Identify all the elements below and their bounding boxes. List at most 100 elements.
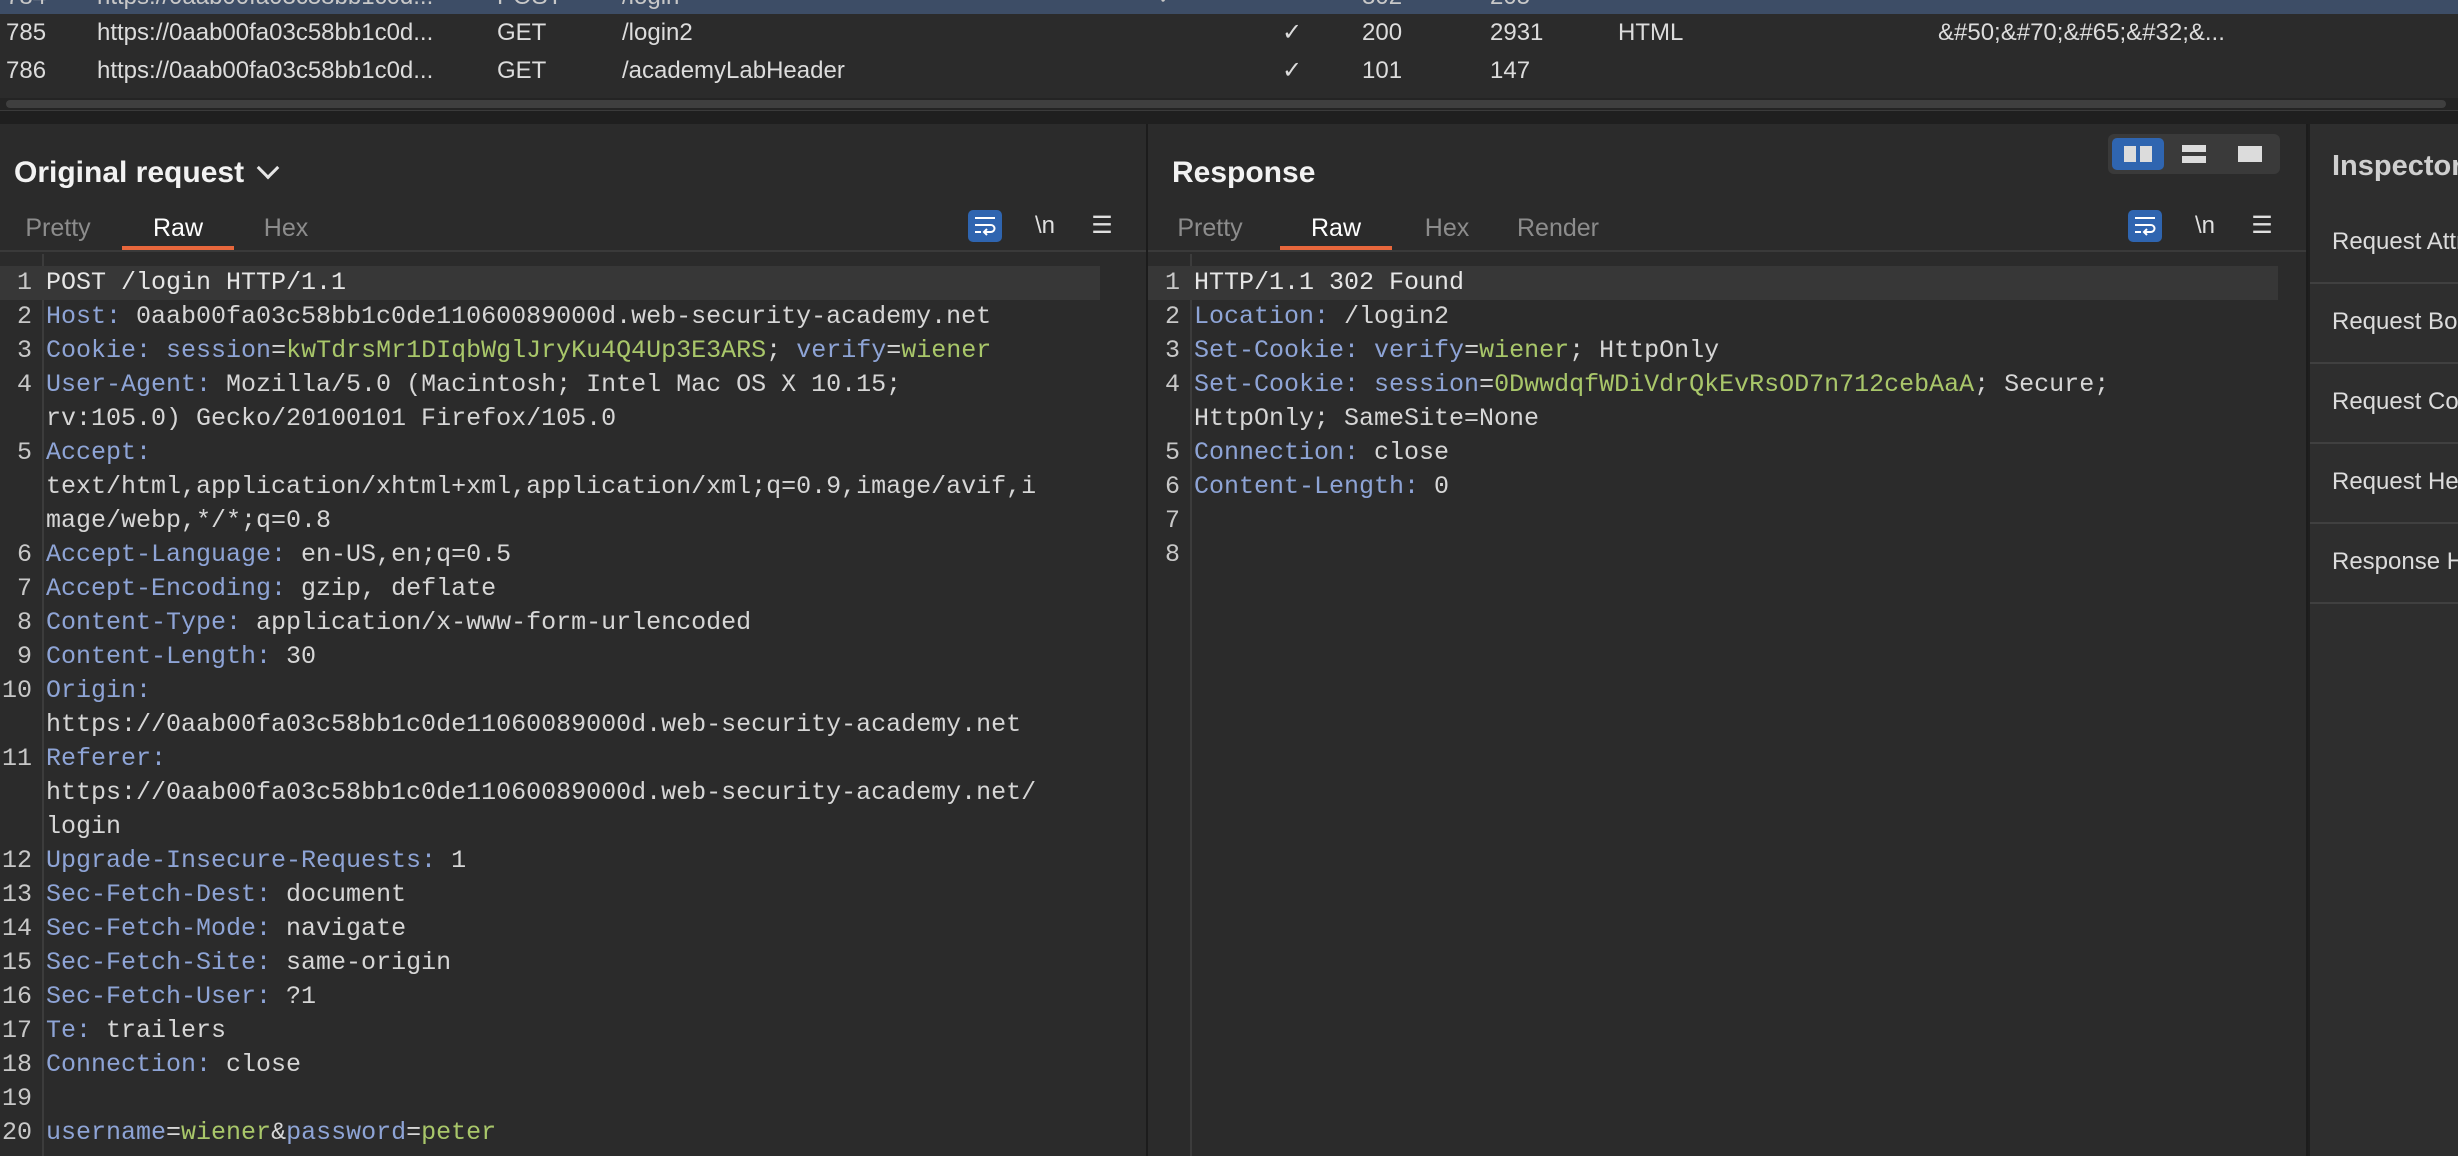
table-row[interactable]: 786 https://0aab00fa03c58bb1c0d... GET /… — [0, 54, 2458, 88]
code-text: https://0aab00fa03c58bb1c0de11060089000d… — [46, 776, 1036, 810]
token-v: application/x-www-form-urlencoded — [241, 608, 752, 637]
code-text: Accept: — [46, 436, 151, 470]
code-line[interactable]: 6 Content-Length: 0 — [1148, 470, 2278, 504]
line-number: 5 — [16, 438, 32, 467]
code-line[interactable]: https://0aab00fa03c58bb1c0de11060089000d… — [0, 776, 1100, 810]
code-line[interactable]: login — [0, 810, 1100, 844]
word-wrap-button[interactable] — [968, 210, 1002, 242]
code-line[interactable]: 7 — [1148, 504, 2278, 538]
hamburger-menu-icon[interactable]: ☰ — [2245, 210, 2279, 242]
code-text: Location: /login2 — [1194, 300, 1449, 334]
code-line[interactable]: 12 Upgrade-Insecure-Requests: 1 — [0, 844, 1100, 878]
code-line[interactable]: 1 HTTP/1.1 302 Found — [1148, 266, 2278, 300]
scrollbar-thumb[interactable] — [6, 100, 2446, 108]
token-v: text/html,application/xhtml+xml,applicat… — [46, 472, 1037, 501]
hamburger-menu-icon[interactable]: ☰ — [1085, 210, 1119, 242]
code-line[interactable]: 9 Content-Length: 30 — [0, 640, 1100, 674]
code-line[interactable]: 8 Content-Type: application/x-www-form-ur… — [0, 606, 1100, 640]
token-k2: session — [1374, 370, 1480, 399]
tab-hex[interactable]: Hex — [254, 210, 318, 250]
code-line[interactable]: 4 Set-Cookie: session=0DwwdqfWDiVdrQkEvRs… — [1148, 368, 2278, 402]
line-number: 16 — [1, 982, 32, 1011]
tab-raw[interactable]: Raw — [1280, 210, 1392, 250]
token-v: https://0aab00fa03c58bb1c0de11060089000d… — [46, 778, 1037, 807]
token-g2: wiener — [901, 336, 992, 365]
code-line[interactable]: mage/webp,*/*;q=0.8 — [0, 504, 1100, 538]
code-line[interactable]: HttpOnly; SameSite=None — [1148, 402, 2278, 436]
row-title: &#50;&#70;&#65;&#32;&... — [1938, 19, 2225, 46]
code-line[interactable]: 5 Accept: — [0, 436, 1100, 470]
code-line[interactable]: 3 Cookie: session=kwTdrsMr1DIqbWglJryKu4Q… — [0, 334, 1100, 368]
code-line[interactable]: 2 Location: /login2 — [1148, 300, 2278, 334]
inspector-request-cookies[interactable]: Request Cookies — [2310, 364, 2458, 444]
row-host: https://0aab00fa03c58bb1c0d... — [97, 0, 433, 14]
tab-pretty[interactable]: Pretty — [1172, 210, 1248, 250]
code-line[interactable]: 14 Sec-Fetch-Mode: navigate — [0, 912, 1100, 946]
code-line[interactable]: 11 Referer: — [0, 742, 1100, 776]
split-horizontal-layout-icon[interactable] — [2112, 138, 2164, 170]
code-line[interactable]: 1 POST /login HTTP/1.1 — [0, 266, 1100, 300]
code-line[interactable]: https://0aab00fa03c58bb1c0de11060089000d… — [0, 708, 1100, 742]
show-newlines-button[interactable]: \n — [1028, 210, 1062, 242]
code-line[interactable]: 10 Origin: — [0, 674, 1100, 708]
token-g2: peter — [421, 1118, 497, 1147]
tab-render[interactable]: Render — [1506, 210, 1610, 250]
word-wrap-button[interactable] — [2128, 210, 2162, 242]
tab-divider — [1148, 250, 2306, 252]
tab-hex[interactable]: Hex — [1412, 210, 1482, 250]
code-line[interactable]: 19 — [0, 1082, 1100, 1116]
token-v: rv:105.0) Gecko/20100101 Firefox/105.0 — [46, 404, 617, 433]
token-k3: password — [286, 1118, 407, 1147]
inspector-request-attributes[interactable]: Request Attributes — [2310, 204, 2458, 284]
tab-pretty[interactable]: Pretty — [14, 210, 102, 250]
token-g: 0DwwdqfWDiVdrQkEvRsOD7n712cebAaA — [1494, 370, 1975, 399]
code-line[interactable]: 15 Sec-Fetch-Site: same-origin — [0, 946, 1100, 980]
line-number: 13 — [1, 880, 32, 909]
code-line[interactable]: 16 Sec-Fetch-User: ?1 — [0, 980, 1100, 1014]
code-line[interactable]: 2 Host: 0aab00fa03c58bb1c0de11060089000d.… — [0, 300, 1100, 334]
code-line[interactable]: 5 Connection: close — [1148, 436, 2278, 470]
row-host: https://0aab00fa03c58bb1c0d... — [97, 57, 434, 84]
token-t: HTTP/1.1 302 Found — [1194, 268, 1465, 297]
code-line[interactable]: text/html,application/xhtml+xml,applicat… — [0, 470, 1100, 504]
tab-raw[interactable]: Raw — [122, 210, 234, 250]
code-line[interactable]: 18 Connection: close — [0, 1048, 1100, 1082]
code-line[interactable]: 17 Te: trailers — [0, 1014, 1100, 1048]
pane-splitter[interactable] — [0, 110, 2458, 125]
row-id: 785 — [6, 19, 47, 46]
single-pane-layout-icon[interactable] — [2224, 138, 2276, 170]
table-row[interactable]: 784 https://0aab00fa03c58bb1c0d... POST … — [0, 0, 2458, 14]
inspector-request-body-parameters[interactable]: Request Body Parameters — [2310, 284, 2458, 364]
token-k: Set-Cookie: — [1194, 370, 1360, 399]
line-number: 20 — [1, 1118, 32, 1147]
line-number: 10 — [1, 676, 32, 705]
request-title[interactable]: Original request — [14, 156, 280, 190]
row-edited-check: ✓ — [1157, 0, 1177, 14]
proxy-history-table: 784 https://0aab00fa03c58bb1c0d... POST … — [0, 0, 2458, 100]
code-text: Te: trailers — [46, 1014, 226, 1048]
code-text: Sec-Fetch-Mode: navigate — [46, 912, 406, 946]
code-line[interactable]: 8 — [1148, 538, 2278, 572]
code-line[interactable]: 20 username=wiener&password=peter — [0, 1116, 1100, 1150]
token-v: close — [211, 1050, 302, 1079]
table-row[interactable]: 785 https://0aab00fa03c58bb1c0d... GET /… — [0, 16, 2458, 50]
inspector-request-headers[interactable]: Request Headers — [2310, 444, 2458, 524]
row-status: 101 — [1362, 57, 1403, 84]
code-line[interactable]: 4 User-Agent: Mozilla/5.0 (Macintosh; Int… — [0, 368, 1100, 402]
token-v: 1 — [436, 846, 467, 875]
row-length: 2931 — [1490, 19, 1544, 46]
request-panel: Original request Pretty Raw Hex \n ☰ 1 PO… — [0, 124, 1146, 1156]
token-eq: = — [1479, 370, 1495, 399]
code-line[interactable]: rv:105.0) Gecko/20100101 Firefox/105.0 — [0, 402, 1100, 436]
chevron-down-icon[interactable] — [256, 156, 280, 180]
code-line[interactable]: 6 Accept-Language: en-US,en;q=0.5 — [0, 538, 1100, 572]
code-line[interactable]: 13 Sec-Fetch-Dest: document — [0, 878, 1100, 912]
token-k: User-Agent: — [46, 370, 212, 399]
line-number: 8 — [1164, 540, 1180, 569]
inspector-response-headers[interactable]: Response Headers — [2310, 524, 2458, 604]
code-line[interactable]: 3 Set-Cookie: verify=wiener; HttpOnly — [1148, 334, 2278, 368]
code-line[interactable]: 7 Accept-Encoding: gzip, deflate — [0, 572, 1100, 606]
show-newlines-button[interactable]: \n — [2188, 210, 2222, 242]
split-vertical-layout-icon[interactable] — [2168, 138, 2220, 170]
history-horizontal-scrollbar[interactable] — [0, 98, 2458, 110]
